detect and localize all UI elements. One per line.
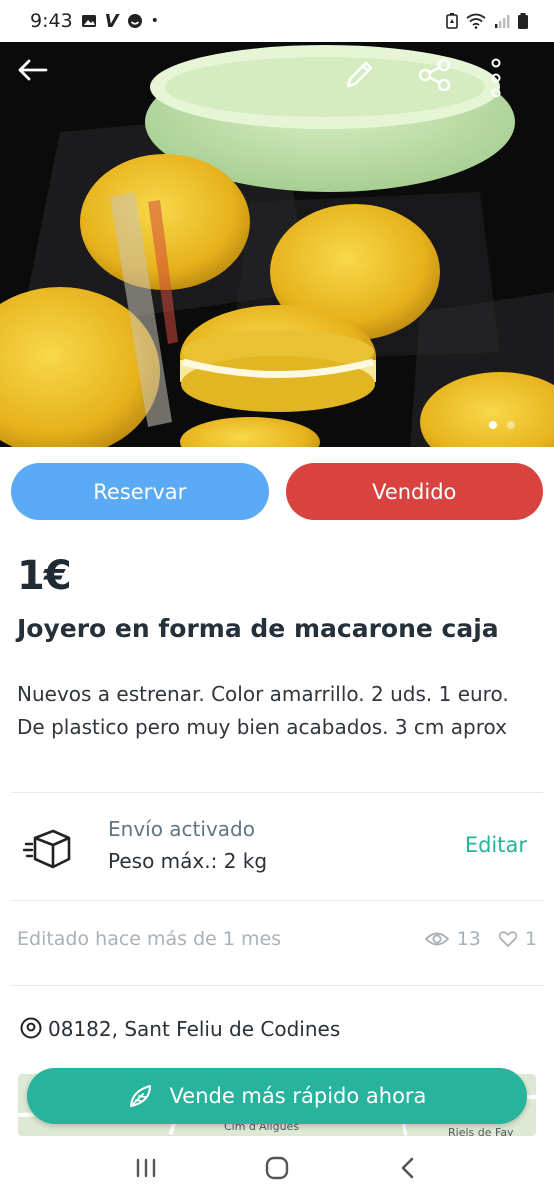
action-buttons: Reservar Vendido <box>11 463 543 520</box>
shipping-status: Envío activado <box>108 817 255 841</box>
location: 08182, Sant Feliu de Codines <box>20 1017 340 1041</box>
chevron-left-icon <box>402 1157 414 1179</box>
gallery-icon <box>81 15 96 27</box>
recent-apps-button[interactable] <box>126 1148 166 1188</box>
battery-icon <box>518 13 528 29</box>
carousel-indicator <box>489 421 515 429</box>
more-options-button[interactable] <box>491 58 535 102</box>
product-price: 1€ <box>17 553 72 599</box>
system-nav-bar <box>0 1136 554 1200</box>
divider <box>11 792 543 793</box>
listing-meta: Editado hace más de 1 mes 13 1 <box>17 928 537 958</box>
notification-dot-icon: • <box>150 13 159 29</box>
location-text: 08182, Sant Feliu de Codines <box>48 1017 341 1041</box>
share-icon <box>418 58 451 92</box>
reserve-button[interactable]: Reservar <box>11 463 269 520</box>
signal-icon <box>495 15 510 28</box>
battery-saver-icon <box>446 13 458 29</box>
edit-button[interactable] <box>342 58 386 102</box>
product-description: Nuevos a estrenar. Color amarrillo. 2 ud… <box>17 682 509 739</box>
edit-shipping-link[interactable]: Editar <box>465 833 527 857</box>
status-time: 9:43 <box>30 10 73 32</box>
status-bar: 9:43 V • <box>0 0 554 42</box>
home-button[interactable] <box>257 1148 297 1188</box>
feather-icon <box>129 1085 151 1107</box>
product-title: Joyero en forma de macarone caja <box>17 614 499 643</box>
divider <box>11 900 543 901</box>
listing-stats: 13 1 <box>424 928 537 950</box>
divider <box>11 985 543 986</box>
heart-icon <box>498 931 517 947</box>
more-vertical-icon <box>491 58 501 98</box>
back-nav-button[interactable] <box>388 1148 428 1188</box>
map-label: Riels de Fay <box>448 1126 514 1136</box>
wifi-icon <box>466 13 486 29</box>
sold-button[interactable]: Vendido <box>285 463 543 520</box>
likes-count: 1 <box>524 928 537 950</box>
sell-faster-button[interactable]: Vende más rápido ahora <box>27 1068 527 1124</box>
edited-time: Editado hace más de 1 mes <box>17 928 282 950</box>
arrow-left-icon <box>18 59 48 81</box>
package-icon <box>23 829 71 869</box>
pencil-icon <box>346 61 373 88</box>
eye-icon <box>424 932 449 946</box>
recent-apps-icon <box>136 1158 155 1178</box>
carousel-dot[interactable] <box>489 421 497 429</box>
sell-faster-label: Vende más rápido ahora <box>169 1084 427 1108</box>
face-icon <box>127 14 142 28</box>
location-pin-icon <box>20 1017 42 1039</box>
product-image-carousel[interactable] <box>0 42 554 447</box>
share-button[interactable] <box>418 58 462 102</box>
back-button[interactable] <box>16 58 60 102</box>
shipping-section: Envío activado Peso máx.: 2 kg Editar <box>0 812 554 890</box>
shipping-max-weight: Peso máx.: 2 kg <box>108 849 268 873</box>
v-app-icon: V <box>104 10 119 32</box>
product-photo <box>0 42 554 447</box>
views-count: 13 <box>456 928 481 950</box>
home-icon <box>265 1156 289 1180</box>
carousel-dot[interactable] <box>507 421 515 429</box>
